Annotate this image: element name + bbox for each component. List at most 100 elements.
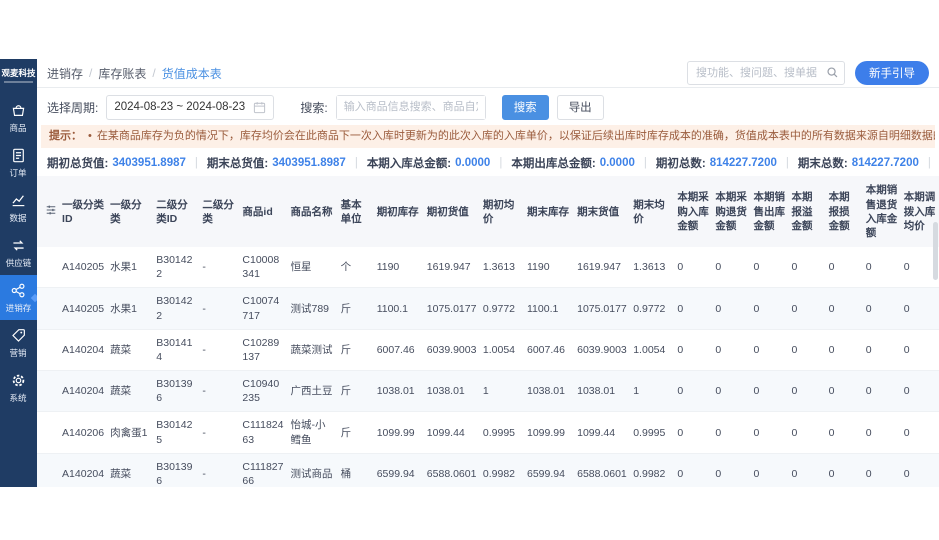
table-cell: - (199, 371, 239, 412)
table-row-3[interactable]: A140204蔬菜B301414-C10289137蔬菜测试斤6007.4660… (37, 329, 939, 370)
table-cell: B301422 (153, 288, 199, 329)
table-cell: 1099.44 (574, 412, 630, 453)
table-cell: 蔬菜 (107, 453, 153, 487)
breadcrumb-item-1[interactable]: 进销存 (47, 65, 83, 82)
table-row-1[interactable]: A140205水果1B301422-C10008341恒星个11901619.9… (37, 247, 939, 288)
hint-text: 在某商品库存为负的情况下，库存均价会在此商品下一次入库时更新为的此次入库的入库单… (97, 130, 935, 142)
date-range-value: 2024-08-23 ~ 2024-08-23 (114, 101, 253, 113)
table-cell: 0 (674, 453, 712, 487)
table-cell: 0 (826, 288, 863, 329)
table-cell: 1.3613 (480, 247, 524, 288)
table-cell: 0 (674, 371, 712, 412)
summary-label: 期末总数: (798, 155, 848, 171)
sidebar-item-3[interactable]: 数据 (0, 185, 37, 230)
breadcrumb-item-2[interactable]: 库存账表 (98, 65, 146, 82)
table-cell: 0.9995 (630, 412, 674, 453)
summary-separator: | (786, 157, 789, 169)
table-cell: 0 (712, 371, 750, 412)
sidebar-item-label: 进销存 (6, 301, 32, 313)
table-cell: 1190 (374, 247, 424, 288)
column-filter-icon[interactable] (45, 204, 57, 216)
vertical-scrollbar[interactable] (933, 222, 938, 280)
export-button[interactable]: 导出 (557, 95, 604, 120)
table-cell: 水果1 (107, 288, 153, 329)
table-cell: - (199, 329, 239, 370)
table-cell: 0 (789, 247, 826, 288)
table-row-6[interactable]: A140204蔬菜B301396-C11182766测试商品桶6599.9465… (37, 453, 939, 487)
sidebar-item-7[interactable]: 系统 (0, 365, 37, 410)
product-search-input[interactable] (337, 96, 485, 119)
summary-separator: | (499, 157, 502, 169)
table-cell: 0.9995 (480, 412, 524, 453)
table-cell: 0 (712, 329, 750, 370)
table-cell: 广西土豆 (288, 371, 338, 412)
table-cell: 0.9982 (480, 453, 524, 487)
breadcrumb-bar: 进销存/库存账表/货值成本表 新手引导 (37, 59, 939, 88)
app-logo-text: 观麦科技 (1, 67, 36, 79)
table-cell: 6007.46 (374, 329, 424, 370)
search-icon[interactable] (826, 66, 839, 79)
global-search (687, 61, 845, 85)
table-cell: 0 (826, 371, 863, 412)
newbie-guide-button[interactable]: 新手引导 (855, 61, 929, 85)
table-cell: 0 (863, 247, 901, 288)
table-cell: 0.9982 (630, 453, 674, 487)
column-header: 本期销售退货入库金额 (863, 176, 901, 247)
table-cell: 1 (480, 371, 524, 412)
table-row-2[interactable]: A140205水果1B301422-C10074717测试789斤1100.11… (37, 288, 939, 329)
table-row-4[interactable]: A140204蔬菜B301396-C10940235广西土豆斤1038.0110… (37, 371, 939, 412)
table-cell: 蔬菜测试 (288, 329, 338, 370)
global-search-input[interactable] (687, 61, 845, 85)
sidebar-item-label: 数据 (10, 211, 27, 223)
table-cell: B301414 (153, 329, 199, 370)
table-cell: 0 (901, 412, 939, 453)
table-cell: 0 (789, 329, 826, 370)
search-button[interactable]: 搜索 (502, 95, 549, 120)
table-cell: 测试789 (288, 288, 338, 329)
summary-label: 期初总货值: (47, 155, 108, 171)
table-cell: 1 (630, 371, 674, 412)
breadcrumb-item-3[interactable]: 货值成本表 (162, 65, 222, 82)
table-cell: 0 (674, 247, 712, 288)
table-cell: 1.0054 (480, 329, 524, 370)
table-cell: 1619.947 (424, 247, 480, 288)
table-cell: 恒星 (288, 247, 338, 288)
table-cell: 0 (863, 412, 901, 453)
breadcrumb-separator: / (152, 66, 155, 80)
table-cell: C10008341 (239, 247, 287, 288)
table-cell: A140205 (59, 247, 107, 288)
table-cell: 0 (863, 288, 901, 329)
table-cell: 斤 (338, 329, 374, 370)
date-range-picker[interactable]: 2024-08-23 ~ 2024-08-23 (106, 95, 274, 120)
table-cell: 1099.44 (424, 412, 480, 453)
table-cell: 1190 (524, 247, 574, 288)
table-cell: 0 (750, 329, 788, 370)
summary-label: 期末总货值: (207, 155, 268, 171)
data-chart-icon (10, 192, 27, 209)
table-cell: A140204 (59, 453, 107, 487)
table-cell: 0 (826, 329, 863, 370)
table-cell: 1075.0177 (424, 288, 480, 329)
table-cell: 0.9772 (630, 288, 674, 329)
sidebar-item-label: 供应链 (6, 256, 32, 268)
sidebar-item-6[interactable]: 营销 (0, 320, 37, 365)
calendar-icon (253, 101, 266, 114)
inventory-share-icon (10, 282, 27, 299)
table-cell: 0 (712, 412, 750, 453)
summary-value: 814227.7200 (710, 157, 777, 169)
sidebar-item-4[interactable]: 供应链 (0, 230, 37, 275)
table-cell: 0 (750, 412, 788, 453)
sidebar-item-label: 订单 (10, 166, 27, 178)
table-cell: 0.9772 (480, 288, 524, 329)
product-search (336, 95, 486, 120)
sidebar-item-2[interactable]: 订单 (0, 140, 37, 185)
column-header: 二级分类 (199, 176, 239, 247)
column-header: 一级分类 (107, 176, 153, 247)
table-cell: 0 (674, 288, 712, 329)
table-row-5[interactable]: A140206肉禽蛋1B301425-C11182463怡城-小鳕鱼斤1099.… (37, 412, 939, 453)
sidebar-item-1[interactable]: 商品 (0, 95, 37, 140)
table-cell: 0 (712, 288, 750, 329)
table-cell: A140204 (59, 329, 107, 370)
table-cell: A140205 (59, 288, 107, 329)
sidebar-item-5[interactable]: 进销存 (0, 275, 37, 320)
